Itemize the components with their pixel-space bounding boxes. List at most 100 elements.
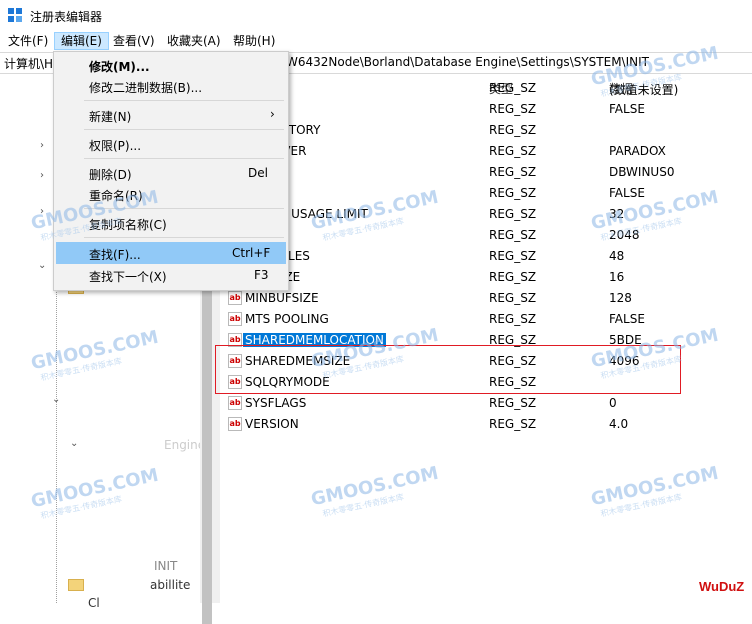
menu-item-label: 删除(D) bbox=[89, 168, 132, 182]
regedit-app-icon bbox=[8, 8, 22, 22]
registry-value-row[interactable]: ab SYSFLAGS REG_SZ 0 bbox=[220, 393, 752, 414]
menu-item-permissions[interactable]: 权限(P)... bbox=[56, 133, 286, 155]
chevron-down-icon[interactable]: ⌄ bbox=[70, 438, 78, 449]
value-data: 16 bbox=[609, 270, 625, 284]
registry-value-row[interactable]: abRIVERREG_SZDBWINUS0 bbox=[220, 162, 752, 183]
menu-separator bbox=[84, 100, 284, 101]
menu-item-label: 查找下一个(X) bbox=[89, 270, 167, 284]
menu-view[interactable]: 查看(V) bbox=[107, 32, 161, 50]
registry-value-row[interactable]: abLT DRIVERREG_SZPARADOX bbox=[220, 141, 752, 162]
menu-file[interactable]: 文件(F) bbox=[2, 32, 54, 50]
value-type: REG_SZ bbox=[489, 291, 537, 305]
menu-item-label: 重命名(R) bbox=[89, 189, 143, 203]
value-name: VERSION bbox=[245, 417, 299, 431]
menu-item-shortcut: F3 bbox=[254, 268, 269, 282]
window-title: 注册表编辑器 bbox=[30, 10, 103, 24]
menu-item-rename[interactable]: 重命名(R) bbox=[56, 183, 286, 205]
value-type: REG_SZ bbox=[489, 312, 537, 326]
registry-value-row[interactable]: abUFSIZEREG_SZ2048 bbox=[220, 225, 752, 246]
registry-value-row[interactable]: ab VERSION REG_SZ 4.0 bbox=[220, 414, 752, 435]
address-path: W6432Node\Borland\Database Engine\Settin… bbox=[286, 55, 649, 69]
annotation-highlight-box bbox=[215, 345, 681, 394]
menu-item-modify[interactable]: 修改(M)... bbox=[56, 54, 286, 76]
value-type: REG_SZ bbox=[489, 249, 537, 263]
submenu-arrow-icon: › bbox=[270, 107, 275, 121]
menu-item-find[interactable]: 查找(F)... Ctrl+F bbox=[56, 242, 286, 264]
menu-item-find-next[interactable]: 查找下一个(X) F3 bbox=[56, 264, 286, 286]
value-data: PARADOX bbox=[609, 144, 666, 158]
menu-bar: 文件(F) 编辑(E) 查看(V) 收藏夹(A) 帮助(H) bbox=[0, 30, 752, 52]
menu-separator bbox=[84, 208, 284, 209]
menu-item-label: 修改二进制数据(B)... bbox=[89, 81, 203, 95]
registry-value-row[interactable]: abODBCREG_SZFALSE bbox=[220, 99, 752, 120]
menu-item-new[interactable]: 新建(N) › bbox=[56, 104, 286, 126]
value-type: REG_SZ bbox=[489, 270, 537, 284]
value-list-pane[interactable]: 类型 数据 abREG_SZ(数值未设置)abODBCREG_SZFALSEab… bbox=[220, 74, 752, 603]
menu-favorites[interactable]: 收藏夹(A) bbox=[161, 32, 227, 50]
folder-icon bbox=[68, 579, 84, 591]
tree-fragment: abillite bbox=[150, 578, 191, 592]
tree-fragment: Cl bbox=[88, 596, 100, 610]
value-data: FALSE bbox=[609, 102, 645, 116]
menu-item-label: 复制项名称(C) bbox=[89, 218, 167, 232]
menu-item-shortcut: Ctrl+F bbox=[232, 246, 271, 260]
title-bar: 注册表编辑器 bbox=[0, 0, 752, 30]
menu-separator bbox=[84, 158, 284, 159]
tree-fragment: INIT bbox=[154, 559, 178, 573]
value-type: REG_SZ bbox=[489, 207, 537, 221]
value-data: DBWINUS0 bbox=[609, 165, 675, 179]
corner-logo: WuDuZ bbox=[699, 579, 745, 594]
registry-value-row[interactable]: ab MTS POOLING REG_SZ FALSE bbox=[220, 309, 752, 330]
menu-item-shortcut: Del bbox=[248, 166, 268, 180]
chevron-right-icon[interactable]: › bbox=[40, 206, 44, 217]
chevron-down-icon[interactable]: ⌄ bbox=[38, 260, 46, 271]
menu-item-modify-binary[interactable]: 修改二进制数据(B)... bbox=[56, 75, 286, 97]
value-name: SYSFLAGS bbox=[245, 396, 307, 410]
string-value-icon: ab bbox=[228, 312, 242, 326]
value-data: FALSE bbox=[609, 186, 645, 200]
registry-value-row[interactable]: abSHAREREG_SZFALSE bbox=[220, 183, 752, 204]
value-name: MTS POOLING bbox=[245, 312, 329, 326]
address-root: 计算机\H bbox=[4, 57, 54, 71]
menu-item-label: 查找(F)... bbox=[89, 248, 141, 262]
chevron-right-icon[interactable]: › bbox=[40, 140, 44, 151]
value-data: 128 bbox=[609, 291, 632, 305]
menu-separator bbox=[84, 237, 284, 238]
value-type: REG_SZ bbox=[489, 102, 537, 116]
value-data: 32 bbox=[609, 207, 625, 221]
registry-value-row[interactable]: abREG_SZ(数值未设置) bbox=[220, 78, 752, 99]
tree-fragment: Engine bbox=[164, 438, 206, 452]
value-data: 2048 bbox=[609, 228, 640, 242]
value-data: FALSE bbox=[609, 312, 645, 326]
chevron-down-icon[interactable]: ⌄ bbox=[52, 394, 60, 405]
value-type: REG_SZ bbox=[489, 228, 537, 242]
registry-value-row[interactable]: abEHANDLESREG_SZ48 bbox=[220, 246, 752, 267]
registry-value-row[interactable]: ab MINBUFSIZE REG_SZ 128 bbox=[220, 288, 752, 309]
menu-separator bbox=[84, 129, 284, 130]
chevron-right-icon[interactable]: › bbox=[40, 170, 44, 181]
string-value-icon: ab bbox=[228, 291, 242, 305]
registry-value-row[interactable]: abEMORY USAGE LIMITREG_SZ32 bbox=[220, 204, 752, 225]
value-data: 4.0 bbox=[609, 417, 629, 431]
value-type: REG_SZ bbox=[489, 186, 537, 200]
value-type: REG_SZ bbox=[489, 123, 537, 137]
value-type: REG_SZ bbox=[489, 165, 537, 179]
value-data: 0 bbox=[609, 396, 617, 410]
string-value-icon: ab bbox=[228, 396, 242, 410]
value-data: 48 bbox=[609, 249, 625, 263]
edit-menu-dropdown: 修改(M)... 修改二进制数据(B)... 新建(N) › 权限(P)... … bbox=[53, 51, 289, 291]
menu-help[interactable]: 帮助(H) bbox=[227, 32, 281, 50]
menu-item-delete[interactable]: 删除(D) Del bbox=[56, 162, 286, 184]
menu-item-label: 权限(P)... bbox=[89, 139, 142, 153]
menu-item-copy-key-name[interactable]: 复制项名称(C) bbox=[56, 212, 286, 234]
value-data: (数值未设置) bbox=[609, 83, 679, 97]
value-type: REG_SZ bbox=[489, 144, 537, 158]
registry-value-row[interactable]: abREPOSITORYREG_SZ bbox=[220, 120, 752, 141]
value-type: REG_SZ bbox=[489, 417, 537, 431]
value-type: REG_SZ bbox=[489, 396, 537, 410]
value-name: MINBUFSIZE bbox=[245, 291, 319, 305]
menu-edit[interactable]: 编辑(E) bbox=[54, 32, 109, 50]
menu-item-label: 新建(N) bbox=[89, 110, 132, 124]
registry-value-row[interactable]: abMEMSIZEREG_SZ16 bbox=[220, 267, 752, 288]
value-type: REG_SZ bbox=[489, 81, 537, 95]
